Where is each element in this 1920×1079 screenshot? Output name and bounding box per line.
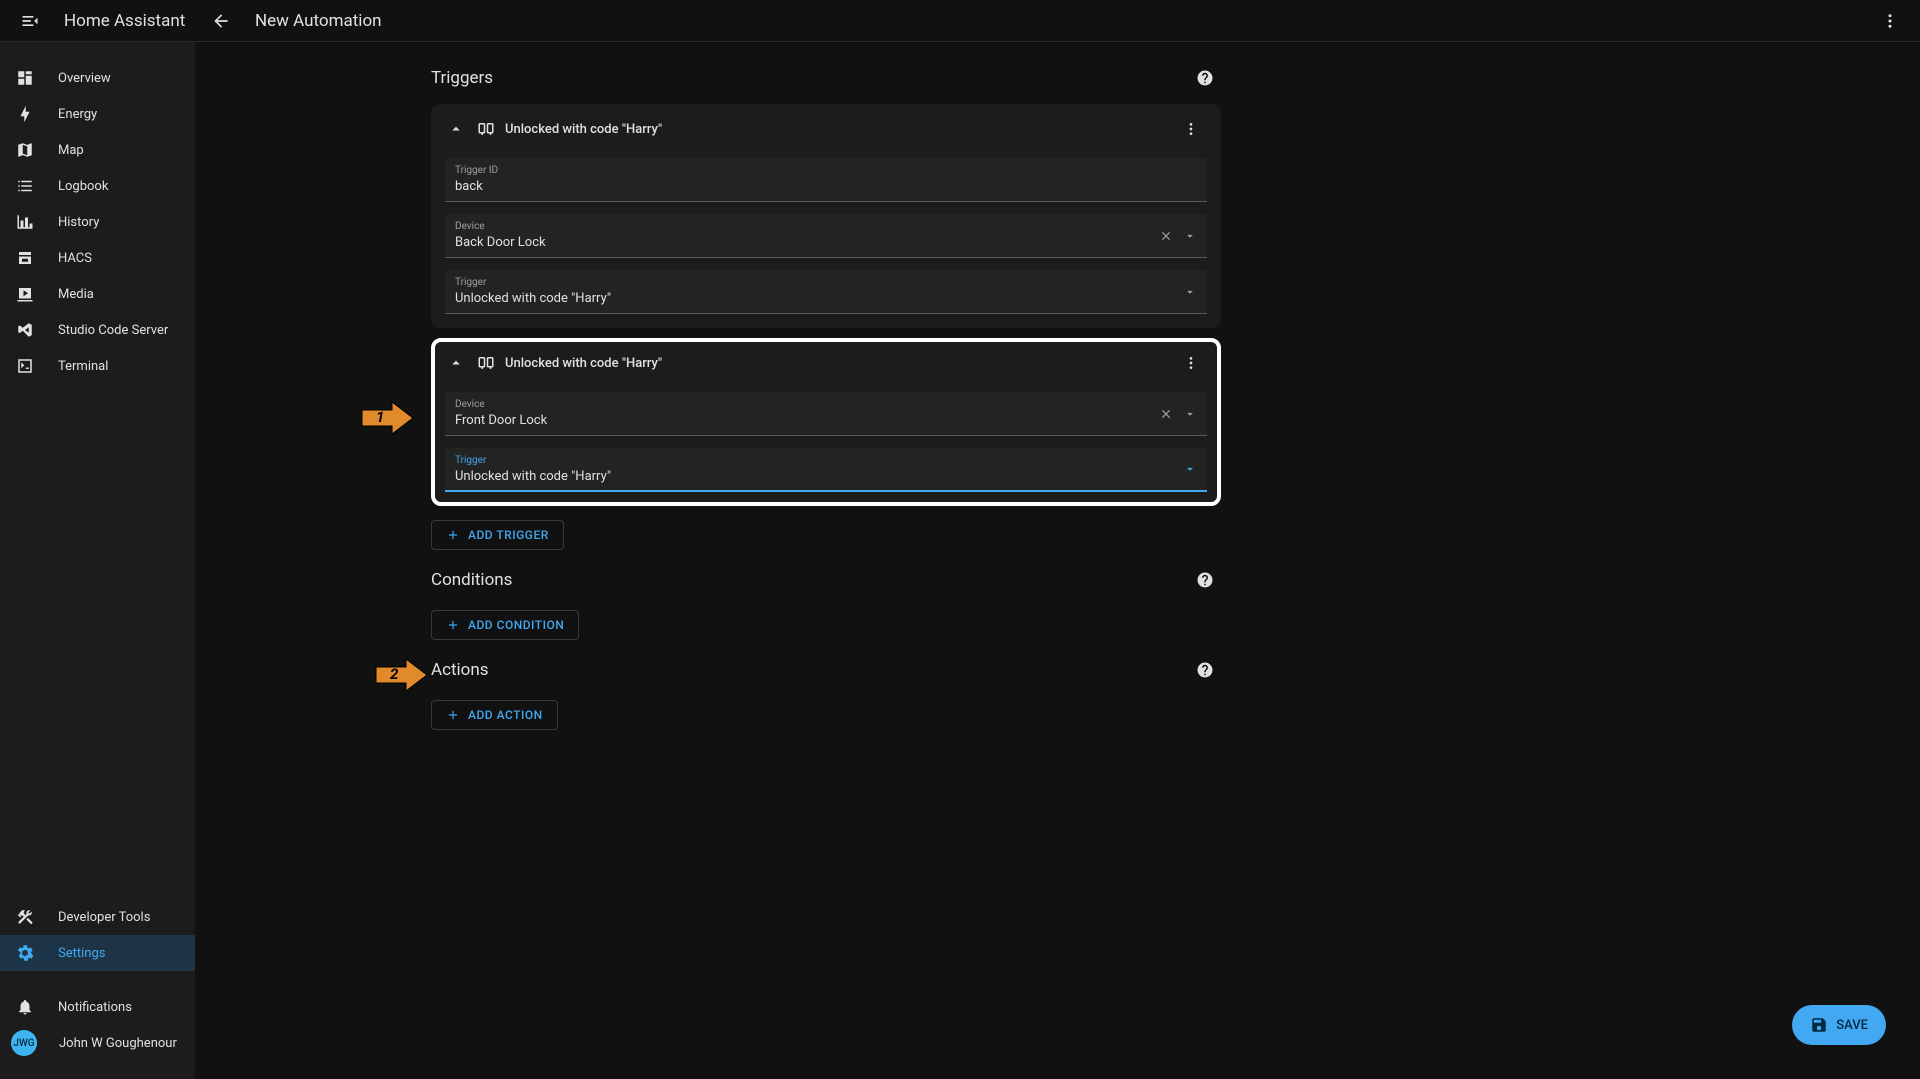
- help-icon[interactable]: [1189, 564, 1221, 596]
- field-value: Front Door Lock: [455, 413, 1197, 428]
- sidebar-item-label: Energy: [58, 107, 97, 122]
- collapse-icon[interactable]: [445, 118, 467, 140]
- sidebar-item-label: History: [58, 215, 99, 230]
- clear-icon[interactable]: [1159, 407, 1173, 421]
- field-label: Trigger: [455, 277, 1197, 289]
- help-icon[interactable]: [1189, 654, 1221, 686]
- sidebar-item-label: Notifications: [58, 1000, 132, 1015]
- device-icon: [477, 120, 495, 138]
- trigger-id-field[interactable]: Trigger ID back: [445, 158, 1207, 202]
- hammer-icon: [14, 908, 36, 926]
- device-field[interactable]: Device Back Door Lock: [445, 214, 1207, 258]
- annotation-arrow-1: 1: [360, 400, 415, 436]
- button-label: SAVE: [1836, 1018, 1868, 1033]
- dropdown-icon[interactable]: [1183, 229, 1197, 243]
- help-icon[interactable]: [1189, 62, 1221, 94]
- sidebar-item-label: Overview: [58, 71, 111, 86]
- field-value: back: [455, 179, 1197, 194]
- field-label: Device: [455, 399, 1197, 411]
- trigger-card: Unlocked with code "Harry" Trigger ID ba…: [431, 104, 1221, 328]
- save-button[interactable]: SAVE: [1792, 1005, 1886, 1045]
- sidebar-item-energy[interactable]: Energy: [0, 96, 195, 132]
- sidebar-item-hacs[interactable]: HACS: [0, 240, 195, 276]
- sidebar-item-settings[interactable]: Settings: [0, 935, 195, 971]
- sidebar-item-label: Terminal: [58, 359, 108, 374]
- play-box-icon: [14, 285, 36, 303]
- map-icon: [14, 141, 36, 159]
- sidebar: Overview Energy Map Logbook History HACS: [0, 42, 195, 1079]
- field-value: Unlocked with code "Harry": [455, 469, 1197, 484]
- plus-icon: [446, 528, 460, 542]
- overflow-menu-button[interactable]: [1874, 5, 1906, 37]
- menu-toggle-icon[interactable]: [14, 5, 46, 37]
- button-label: ADD TRIGGER: [468, 528, 549, 542]
- gear-icon: [14, 944, 36, 962]
- dropdown-icon[interactable]: [1183, 462, 1197, 476]
- sidebar-item-user[interactable]: JWG John W Goughenour: [0, 1025, 195, 1061]
- store-icon: [14, 249, 36, 267]
- terminal-icon: [14, 357, 36, 375]
- sidebar-item-label: Developer Tools: [58, 910, 150, 925]
- plus-icon: [446, 618, 460, 632]
- overflow-menu-button[interactable]: [1175, 113, 1207, 145]
- sidebar-item-label: Settings: [58, 946, 105, 961]
- field-label: Trigger ID: [455, 165, 1197, 177]
- add-action-button[interactable]: ADD ACTION: [431, 700, 558, 730]
- vscode-icon: [14, 321, 36, 339]
- dropdown-icon[interactable]: [1183, 407, 1197, 421]
- page-title: New Automation: [255, 11, 382, 31]
- main-content: Triggers Unlocked with code "Harry": [195, 42, 1920, 1079]
- button-label: ADD CONDITION: [468, 618, 564, 632]
- avatar: JWG: [11, 1030, 37, 1056]
- sidebar-item-label: John W Goughenour: [59, 1036, 177, 1051]
- back-button[interactable]: [205, 5, 237, 37]
- chart-icon: [14, 213, 36, 231]
- sidebar-item-notifications[interactable]: Notifications: [0, 989, 195, 1025]
- sidebar-item-label: Map: [58, 143, 84, 158]
- dashboard-icon: [14, 69, 36, 87]
- sidebar-item-map[interactable]: Map: [0, 132, 195, 168]
- sidebar-item-label: Studio Code Server: [58, 323, 168, 338]
- add-trigger-button[interactable]: ADD TRIGGER: [431, 520, 564, 550]
- dropdown-icon[interactable]: [1183, 285, 1197, 299]
- sidebar-item-history[interactable]: History: [0, 204, 195, 240]
- field-value: Back Door Lock: [455, 235, 1197, 250]
- sidebar-item-studio-code[interactable]: Studio Code Server: [0, 312, 195, 348]
- plus-icon: [446, 708, 460, 722]
- lightning-icon: [14, 105, 36, 123]
- section-title-triggers: Triggers: [431, 68, 493, 88]
- trigger-title: Unlocked with code "Harry": [505, 356, 662, 371]
- sidebar-item-media[interactable]: Media: [0, 276, 195, 312]
- save-icon: [1810, 1016, 1828, 1034]
- sidebar-item-label: HACS: [58, 251, 92, 266]
- sidebar-item-logbook[interactable]: Logbook: [0, 168, 195, 204]
- field-label: Device: [455, 221, 1197, 233]
- sidebar-item-label: Media: [58, 287, 94, 302]
- clear-icon[interactable]: [1159, 229, 1173, 243]
- device-icon: [477, 354, 495, 372]
- sidebar-item-overview[interactable]: Overview: [0, 60, 195, 96]
- field-value: Unlocked with code "Harry": [455, 291, 1197, 306]
- trigger-card: Unlocked with code "Harry" Device Front …: [431, 338, 1221, 506]
- list-icon: [14, 177, 36, 195]
- annotation-arrow-2: 2: [374, 657, 429, 693]
- add-condition-button[interactable]: ADD CONDITION: [431, 610, 579, 640]
- sidebar-item-label: Logbook: [58, 179, 108, 194]
- app-title: Home Assistant: [64, 11, 185, 31]
- trigger-title: Unlocked with code "Harry": [505, 122, 662, 137]
- trigger-select-field[interactable]: Trigger Unlocked with code "Harry": [445, 270, 1207, 314]
- overflow-menu-button[interactable]: [1175, 347, 1207, 379]
- section-title-actions: Actions: [431, 660, 489, 680]
- sidebar-item-developer-tools[interactable]: Developer Tools: [0, 899, 195, 935]
- collapse-icon[interactable]: [445, 352, 467, 374]
- device-field[interactable]: Device Front Door Lock: [445, 392, 1207, 436]
- sidebar-item-terminal[interactable]: Terminal: [0, 348, 195, 384]
- bell-icon: [14, 998, 36, 1016]
- field-label: Trigger: [455, 455, 1197, 467]
- button-label: ADD ACTION: [468, 708, 543, 722]
- trigger-select-field[interactable]: Trigger Unlocked with code "Harry": [445, 448, 1207, 492]
- section-title-conditions: Conditions: [431, 570, 512, 590]
